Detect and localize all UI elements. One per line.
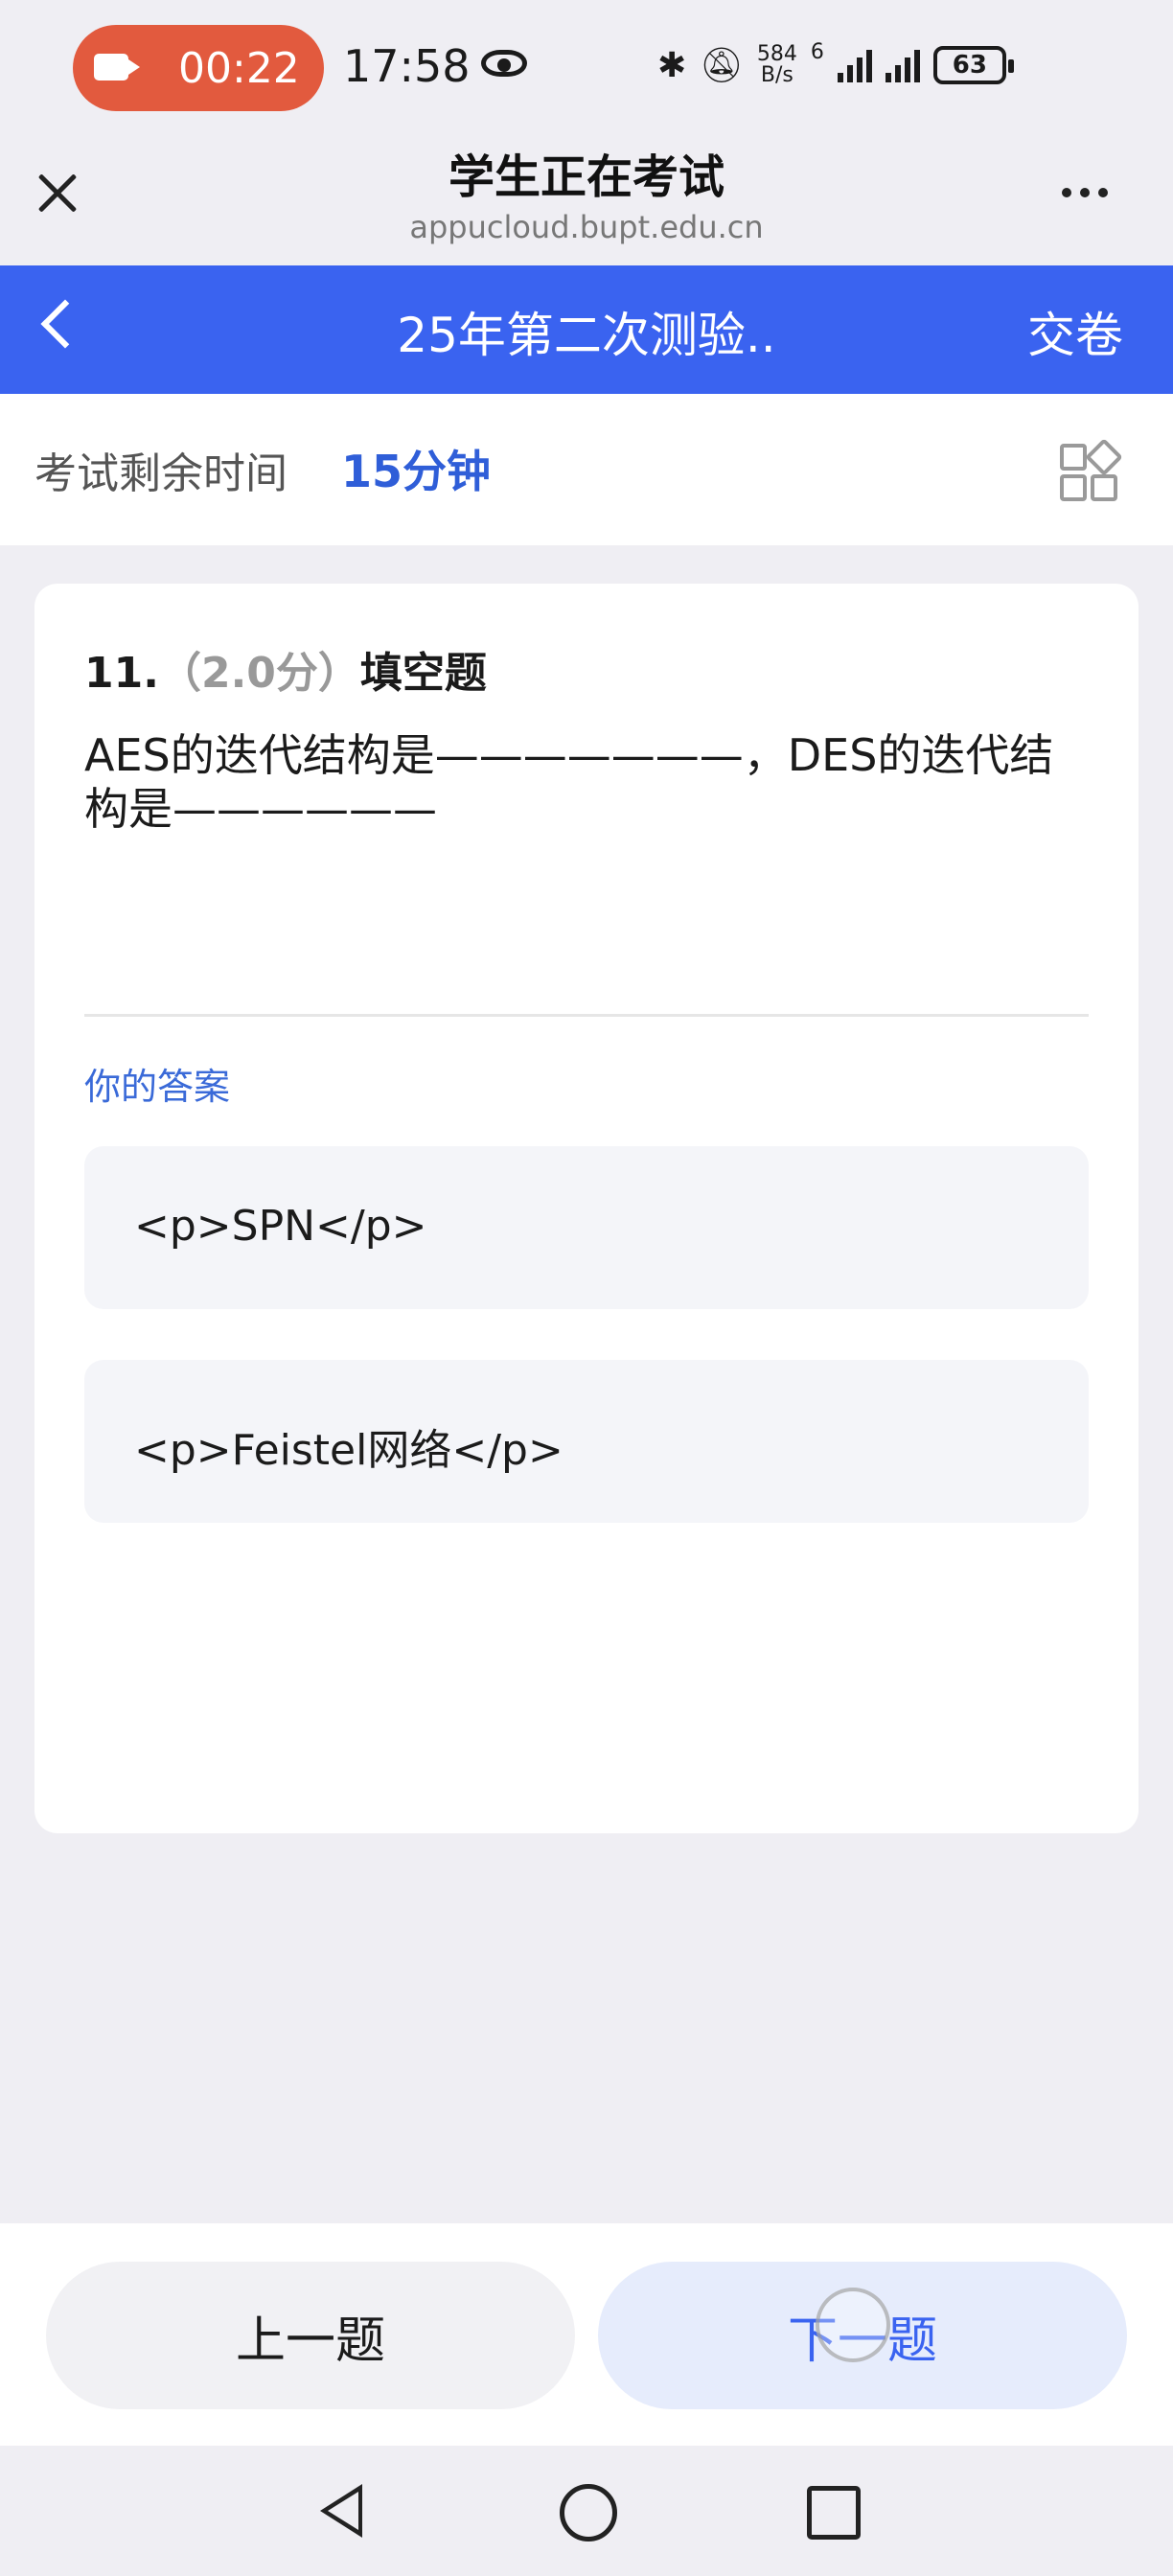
bluetooth-icon: ✱ <box>657 45 687 85</box>
signal-icon-2 <box>885 48 920 82</box>
submit-exam-button[interactable]: 交卷 <box>1027 297 1123 366</box>
exam-name: 25年第二次测验.. <box>397 308 776 363</box>
record-time: 00:22 <box>178 44 300 93</box>
prev-question-button[interactable]: 上一题 <box>46 2262 575 2409</box>
question-type: 填空题 <box>359 649 487 698</box>
net-speed-unit: B/s <box>760 63 794 87</box>
video-camera-icon <box>94 54 140 80</box>
answer-box-1[interactable]: <p>SPN</p> <box>84 1146 1089 1309</box>
wifi-label: 6 <box>810 39 824 64</box>
eye-icon <box>481 50 527 77</box>
mute-bell-icon: 🔕︎ <box>700 46 744 85</box>
timer-label: 考试剩余时间 <box>34 449 288 498</box>
answer-label: 你的答案 <box>84 1066 231 1108</box>
question-header: 11.（2.0分）填空题 <box>84 638 487 700</box>
nav-recents-icon[interactable] <box>807 2486 861 2540</box>
question-number: 11. <box>84 649 159 698</box>
signal-icon <box>837 48 872 82</box>
screen-record-indicator[interactable]: 00:22 <box>73 25 324 111</box>
wifi-icon: 6 <box>811 40 824 64</box>
question-score: （2.0分） <box>158 649 360 698</box>
touch-indicator <box>816 2288 890 2362</box>
battery-icon: 63 <box>932 46 1014 84</box>
answer-text-1: <p>SPN</p> <box>134 1202 427 1251</box>
page-title: 学生正在考试 <box>448 150 724 204</box>
timer-value: 15分钟 <box>341 446 492 497</box>
status-icons: ✱ 🔕︎ 584 B/s 6 63 <box>657 36 1014 94</box>
nav-home-icon[interactable] <box>560 2484 617 2542</box>
question-grid-icon[interactable] <box>1060 438 1123 501</box>
divider <box>84 1014 1089 1017</box>
net-speed: 584 B/s <box>757 44 797 86</box>
page-url: appucloud.bupt.edu.cn <box>409 209 764 245</box>
status-clock: 17:58 <box>343 40 471 92</box>
more-options-icon[interactable] <box>1062 188 1108 197</box>
answer-box-2[interactable]: <p>Feistel网络</p> <box>84 1360 1089 1523</box>
answer-text-2: <p>Feistel网络</p> <box>134 1426 564 1475</box>
nav-back-icon[interactable] <box>320 2484 362 2538</box>
question-text: AES的迭代结构是———————，DES的迭代结构是—————— <box>84 729 1054 835</box>
